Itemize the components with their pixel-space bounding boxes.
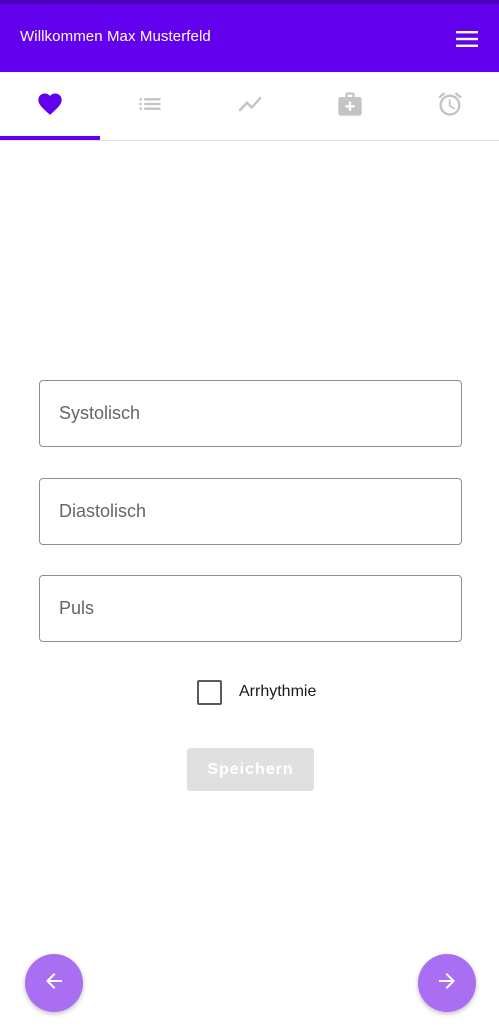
arrow-left-icon [42,969,66,998]
systolic-input[interactable] [40,381,461,446]
forward-button[interactable] [418,954,476,1012]
pulse-input[interactable] [40,576,461,641]
list-icon [136,90,164,123]
pulse-field [39,575,462,642]
tab-medication[interactable] [300,72,400,140]
active-tab-indicator [0,136,100,140]
arrhythmia-label: Arrhythmie [239,683,317,700]
arrow-right-icon [435,969,459,998]
app-bar: Willkommen Max Musterfeld [0,4,499,72]
heart-icon [36,90,64,123]
alarm-clock-icon [436,90,464,123]
tab-reminders[interactable] [400,72,499,140]
diastolic-field [39,478,462,545]
tab-list[interactable] [100,72,200,140]
diastolic-input[interactable] [40,479,461,544]
arrhythmia-checkbox[interactable] [197,679,222,705]
tab-bar [0,72,499,141]
save-button[interactable]: Speichern [187,748,314,791]
tab-blood-pressure[interactable] [0,72,100,140]
hamburger-menu-icon[interactable] [452,26,482,52]
systolic-field [39,380,462,447]
medical-kit-icon [336,90,364,123]
trending-chart-icon [236,90,264,123]
back-button[interactable] [25,954,83,1012]
arrhythmia-row: Arrhythmie [197,678,316,706]
tab-statistics[interactable] [200,72,300,140]
app-title: Willkommen Max Musterfeld [20,28,211,45]
